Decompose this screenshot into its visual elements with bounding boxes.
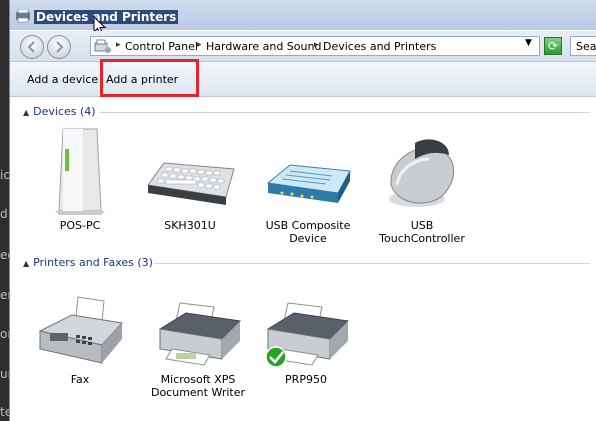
group-divider xyxy=(154,263,590,264)
breadcrumb-separator-icon: ▸ xyxy=(314,40,319,50)
keyboard-icon xyxy=(147,162,235,205)
printer-prp950[interactable]: PRP950 xyxy=(256,295,356,386)
device-label: Fax xyxy=(70,373,90,386)
breadcrumb-devices-and-printers[interactable]: Devices and Printers xyxy=(323,40,436,53)
devices-group-header[interactable]: ▲ Devices (4) xyxy=(23,105,96,118)
devices-printers-icon xyxy=(16,9,30,23)
fax-icon xyxy=(38,296,123,364)
forward-arrow-icon xyxy=(56,41,64,53)
device-skh301u[interactable]: SKH301U xyxy=(140,145,240,232)
desktop-fragment: d xyxy=(0,207,8,221)
default-checkmark-icon xyxy=(265,346,287,368)
search-input[interactable]: Search xyxy=(570,36,596,56)
breadcrumb-separator-icon: ▸ xyxy=(116,40,121,50)
printer-fax[interactable]: Fax xyxy=(30,295,130,386)
printer-icon xyxy=(158,302,242,366)
device-label: USB TouchController xyxy=(379,219,465,245)
device-label: PRP950 xyxy=(285,373,327,386)
device-label: Microsoft XPS Document Writer xyxy=(150,373,246,399)
devices-content-pane: ▲ Devices (4) POS-PC SKH301U USB Composi… xyxy=(10,97,596,421)
command-bar: Add a device Add a printer xyxy=(10,62,596,97)
breadcrumb-control-panel[interactable]: Control Panel xyxy=(125,40,198,53)
forward-button[interactable] xyxy=(47,35,71,59)
address-history-dropdown-icon[interactable]: ▼ xyxy=(525,38,532,48)
add-device-button[interactable]: Add a device xyxy=(27,73,98,86)
device-usb-composite[interactable]: USB Composite Device xyxy=(258,149,358,245)
device-label: SKH301U xyxy=(164,219,216,232)
printer-default-icon xyxy=(265,302,350,368)
device-label: POS-PC xyxy=(59,219,101,232)
device-label: USB Composite Device xyxy=(265,219,351,245)
control-panel-icon xyxy=(94,39,111,53)
device-usb-touchcontroller[interactable]: USB TouchController xyxy=(372,129,472,245)
refresh-button[interactable]: ⟳ xyxy=(544,37,562,55)
address-field[interactable]: ▸ Control Panel ▸ Hardware and Sound ▸ D… xyxy=(90,36,540,56)
breadcrumb-hardware-and-sound[interactable]: Hardware and Sound xyxy=(206,40,321,53)
mouse-icon xyxy=(389,139,455,207)
printer-microsoft-xps[interactable]: Microsoft XPS Document Writer xyxy=(148,295,248,399)
printers-group-header[interactable]: ▲ Printers and Faxes (3) xyxy=(23,256,153,269)
breadcrumb-separator-icon: ▸ xyxy=(197,40,202,50)
computer-icon xyxy=(55,128,105,215)
device-pos-pc[interactable]: POS-PC xyxy=(30,125,130,232)
collapse-triangle-icon: ▲ xyxy=(23,259,30,268)
back-button[interactable] xyxy=(20,35,44,59)
devices-printers-window: Devices and Printers ▸ Control Panel ▸ H… xyxy=(9,0,596,421)
modem-icon xyxy=(266,164,351,203)
address-bar: ▸ Control Panel ▸ Hardware and Sound ▸ D… xyxy=(10,31,596,62)
collapse-triangle-icon: ▲ xyxy=(23,108,30,117)
add-printer-highlight xyxy=(100,59,199,97)
group-divider xyxy=(100,112,590,113)
back-arrow-icon xyxy=(27,41,35,53)
